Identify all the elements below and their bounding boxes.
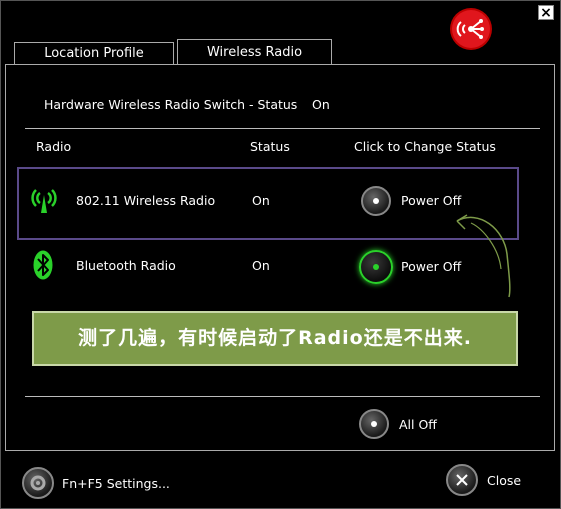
tab-location-profile[interactable]: Location Profile [14, 42, 174, 65]
hardware-switch-label: Hardware Wireless Radio Switch - Status [44, 97, 298, 112]
wireless-radio-name: 802.11 Wireless Radio [76, 193, 216, 208]
header-divider [25, 128, 540, 129]
wireless-power-off-label[interactable]: Power Off [401, 193, 461, 208]
column-header-radio: Radio [36, 139, 72, 154]
bottom-divider [25, 396, 540, 397]
column-header-action: Click to Change Status [354, 139, 496, 154]
wireless-manager-window: × Location Profile Wireless Radio Hardwa… [0, 0, 561, 509]
close-label[interactable]: Close [487, 473, 521, 488]
annotation-note: 测了几遍，有时候启动了Radio还是不出来. [32, 311, 518, 366]
gear-icon [30, 475, 46, 491]
bluetooth-radio-name: Bluetooth Radio [76, 258, 176, 273]
all-off-label[interactable]: All Off [399, 417, 437, 432]
hardware-switch-status: On [312, 97, 330, 112]
tab-wireless-radio[interactable]: Wireless Radio [177, 39, 332, 65]
column-header-status: Status [250, 139, 290, 154]
bluetooth-power-off-label[interactable]: Power Off [401, 259, 461, 274]
close-button[interactable] [446, 464, 478, 496]
wifi-antenna-icon [29, 184, 59, 218]
all-off-button[interactable] [359, 409, 389, 439]
app-logo-icon [452, 10, 490, 48]
settings-label[interactable]: Fn+F5 Settings... [62, 476, 170, 491]
settings-gear-button[interactable] [22, 467, 54, 499]
close-window-button[interactable]: × [538, 5, 554, 20]
bluetooth-radio-status: On [252, 258, 270, 273]
wireless-radio-status: On [252, 193, 270, 208]
annotation-arrow [449, 209, 529, 303]
close-icon [456, 474, 468, 486]
wireless-power-off-button[interactable] [361, 186, 391, 216]
bluetooth-power-off-button[interactable] [359, 250, 393, 284]
bluetooth-icon [33, 250, 53, 284]
